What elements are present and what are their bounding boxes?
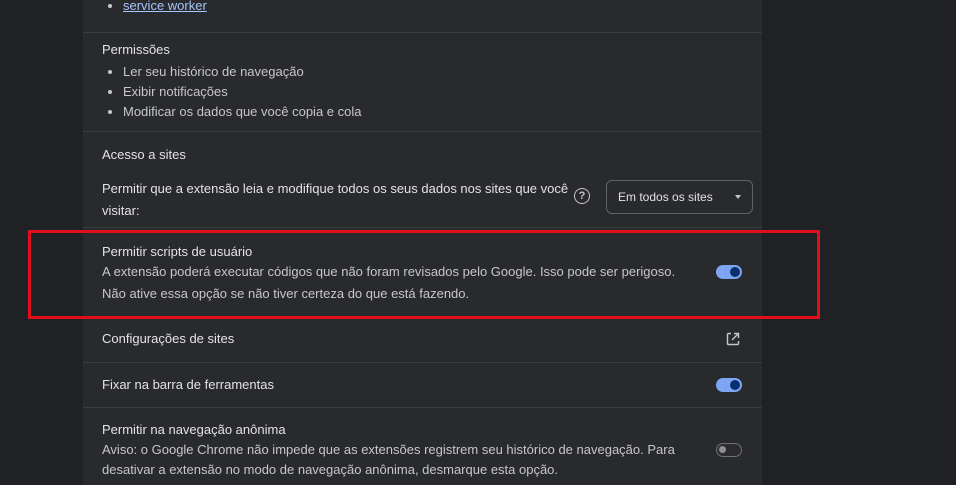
site-access-select[interactable]: Em todos os sites — [606, 180, 753, 214]
incognito-toggle[interactable] — [716, 443, 742, 457]
user-scripts-title: Permitir scripts de usuário — [102, 244, 253, 259]
divider — [83, 316, 762, 317]
permissions-section: Permissões Ler seu histórico de navegaçã… — [102, 42, 762, 122]
divider — [83, 131, 762, 132]
permissions-title: Permissões — [102, 42, 170, 57]
site-settings-link[interactable]: Configurações de sites — [102, 331, 762, 347]
toggle-knob — [730, 267, 740, 277]
user-scripts-section: Permitir scripts de usuário A extensão p… — [102, 243, 762, 305]
site-access-section: Acesso a sites — [102, 147, 762, 163]
help-circle-icon[interactable]: ? — [574, 188, 590, 204]
service-worker-link[interactable]: service worker — [123, 0, 207, 13]
pin-toolbar-title: Fixar na barra de ferramentas — [102, 377, 274, 392]
incognito-section: Permitir na navegação anônima Aviso: o G… — [102, 422, 682, 480]
divider — [83, 227, 762, 228]
user-scripts-description-line1: A extensão poderá executar códigos que n… — [102, 264, 676, 279]
permission-item: Modificar os dados que você copia e cola — [102, 102, 762, 122]
divider — [83, 407, 762, 408]
permission-item: Ler seu histórico de navegação — [102, 62, 762, 82]
divider — [83, 362, 762, 363]
pin-toolbar-toggle[interactable] — [716, 378, 742, 392]
permissions-list: Ler seu histórico de navegação Exibir no… — [102, 62, 762, 122]
incognito-description: Aviso: o Google Chrome não impede que as… — [102, 442, 675, 477]
toggle-knob — [719, 446, 726, 453]
open-in-new-icon[interactable] — [725, 331, 741, 347]
dropdown-arrow-icon — [735, 195, 741, 199]
divider — [83, 32, 762, 33]
toggle-knob — [730, 380, 740, 390]
site-access-title: Acesso a sites — [102, 147, 186, 162]
site-access-description: Permitir que a extensão leia e modifique… — [102, 181, 569, 218]
site-access-select-value: Em todos os sites — [618, 190, 713, 204]
extension-details-card: service worker Permissões Ler seu histór… — [83, 0, 762, 485]
list-item[interactable]: service worker — [102, 0, 762, 16]
user-scripts-description-line2: Não ative essa opção se não tiver certez… — [102, 286, 470, 301]
top-list: service worker — [102, 0, 762, 16]
incognito-title: Permitir na navegação anônima — [102, 422, 286, 437]
permission-item: Exibir notificações — [102, 82, 762, 102]
user-scripts-toggle[interactable] — [716, 265, 742, 279]
